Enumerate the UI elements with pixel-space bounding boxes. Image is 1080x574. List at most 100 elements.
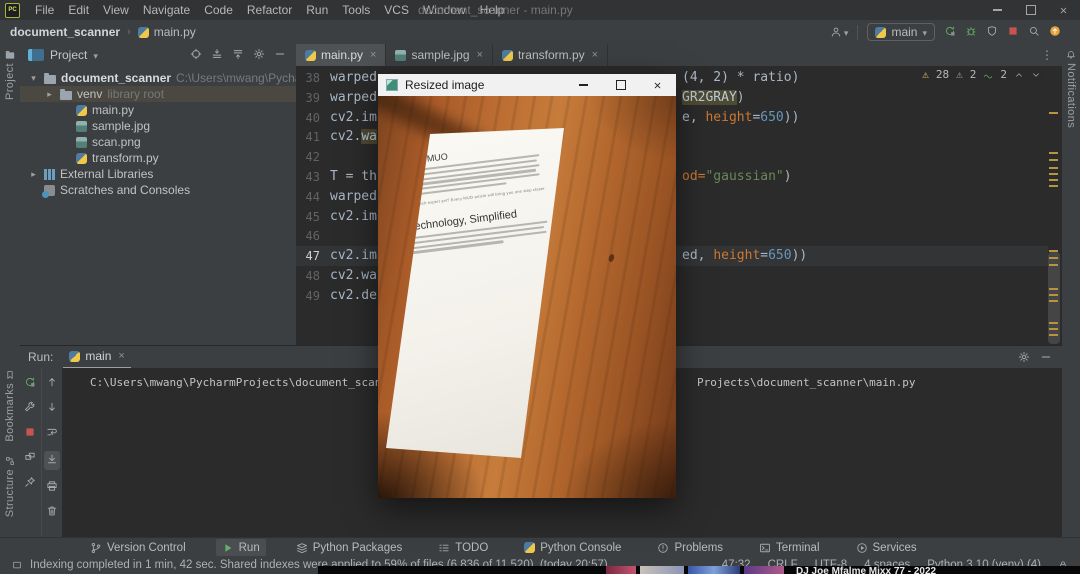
warning-stripe-mark[interactable] — [1049, 167, 1058, 169]
warning-stripe-mark[interactable] — [1049, 152, 1058, 154]
toolwindow-services[interactable]: Services — [850, 539, 923, 556]
warning-stripe-mark[interactable] — [1049, 179, 1058, 181]
chevron-right-icon[interactable]: ▸ — [28, 169, 39, 180]
menu-vcs[interactable]: VCS — [377, 0, 416, 20]
panel-settings-button[interactable] — [253, 48, 265, 63]
warning-stripe-mark[interactable] — [1049, 334, 1058, 336]
warning-stripe-mark[interactable] — [1049, 300, 1058, 302]
tool-stripe-bookmarks[interactable]: Bookmarks — [0, 370, 20, 442]
soft-wrap-button[interactable] — [46, 426, 58, 441]
tree-item-scratches-and-consoles[interactable]: Scratches and Consoles — [20, 182, 296, 198]
maximize-button[interactable] — [1014, 0, 1047, 20]
warning-stripe-mark[interactable] — [1049, 250, 1058, 252]
tab-transform-py[interactable]: transform.py× — [493, 44, 608, 66]
select-opened-file-button[interactable] — [190, 48, 202, 63]
stop-button[interactable] — [1007, 25, 1019, 40]
modify-run-config-button[interactable] — [24, 401, 36, 416]
warning-stripe-mark[interactable] — [1049, 112, 1058, 114]
menu-navigate[interactable]: Navigate — [136, 0, 197, 20]
warning-stripe-mark[interactable] — [1049, 294, 1058, 296]
chevron-down-icon[interactable] — [93, 48, 98, 62]
tree-item-document-scanner[interactable]: ▾document_scannerC:\Users\mwang\PycharmP… — [20, 70, 296, 86]
python-file-icon — [502, 50, 513, 61]
toolwindow-todo[interactable]: TODO — [432, 539, 494, 556]
tree-item-sample-jpg[interactable]: sample.jpg — [20, 118, 296, 134]
scroll-to-end-button[interactable] — [44, 451, 60, 470]
toolwindow-problems[interactable]: Problems — [651, 539, 729, 556]
tree-item-external-libraries[interactable]: ▸External Libraries — [20, 166, 296, 182]
menu-view[interactable]: View — [96, 0, 136, 20]
debug-button[interactable] — [965, 25, 977, 40]
tool-stripe-structure[interactable]: Structure — [0, 456, 20, 517]
toolwindow-python-packages[interactable]: Python Packages — [290, 539, 409, 556]
restore-layout-button[interactable] — [24, 451, 36, 466]
warning-stripe-mark[interactable] — [1049, 288, 1058, 290]
warning-stripe-mark[interactable] — [1049, 173, 1058, 175]
breadcrumb-project[interactable]: document_scanner — [10, 25, 120, 39]
rerun-button[interactable] — [944, 25, 956, 40]
tool-stripe-project[interactable]: Project — [0, 49, 20, 100]
expand-all-button[interactable] — [211, 48, 223, 63]
coverage-button[interactable] — [986, 25, 998, 40]
popup-minimize-button[interactable] — [565, 74, 602, 96]
more-tabs-button[interactable]: ⋮ — [1033, 44, 1062, 66]
menu-code[interactable]: Code — [197, 0, 240, 20]
warning-stripe-mark[interactable] — [1049, 159, 1058, 161]
toolwindow-run[interactable]: Run — [216, 539, 266, 556]
collapse-all-button[interactable] — [232, 48, 244, 63]
warning-stripe-mark[interactable] — [1049, 257, 1058, 259]
minimize-button[interactable] — [981, 0, 1014, 20]
structure-icon — [5, 456, 15, 466]
toolwindow-version-control[interactable]: Version Control — [84, 539, 192, 556]
close-icon[interactable]: × — [370, 49, 376, 61]
toolwindow-terminal[interactable]: Terminal — [753, 539, 825, 556]
ide-update-button[interactable] — [1049, 25, 1061, 40]
tab-main-py[interactable]: main.py× — [296, 44, 386, 66]
menu-file[interactable]: File — [28, 0, 61, 20]
print-button[interactable] — [46, 480, 58, 495]
close-icon[interactable]: × — [592, 49, 598, 61]
close-button[interactable] — [1047, 0, 1080, 20]
menu-edit[interactable]: Edit — [61, 0, 96, 20]
gear-icon[interactable] — [1018, 351, 1030, 363]
background-tasks-icon[interactable] — [12, 560, 22, 570]
stop-button[interactable] — [24, 426, 36, 441]
tree-item-transform-py[interactable]: transform.py — [20, 150, 296, 166]
close-icon[interactable]: × — [477, 49, 483, 61]
warning-stripe-mark[interactable] — [1049, 264, 1058, 266]
breadcrumb-file[interactable]: main.py — [154, 25, 196, 39]
tool-stripe-notifications[interactable]: Notifications — [1062, 50, 1080, 128]
popup-title-bar[interactable]: Resized image — [378, 74, 676, 96]
popup-close-button[interactable] — [639, 74, 676, 96]
search-everywhere-button[interactable] — [1028, 25, 1040, 40]
project-panel-title[interactable]: Project — [50, 48, 87, 62]
chevron-right-icon[interactable]: ▸ — [44, 89, 55, 100]
tree-item-scan-png[interactable]: scan.png — [20, 134, 296, 150]
toolwindow-python-console[interactable]: Python Console — [518, 539, 627, 556]
menu-refactor[interactable]: Refactor — [240, 0, 299, 20]
run-tab-main[interactable]: main × — [63, 345, 130, 369]
popup-maximize-button[interactable] — [602, 74, 639, 96]
tree-item-main-py[interactable]: main.py — [20, 102, 296, 118]
title-bar: PC FileEditViewNavigateCodeRefactorRunTo… — [0, 0, 1080, 20]
clear-console-button[interactable] — [46, 505, 58, 520]
menu-run[interactable]: Run — [299, 0, 335, 20]
user-button[interactable] — [830, 25, 849, 39]
next-occurrence-button[interactable] — [46, 401, 58, 416]
tree-item-venv[interactable]: ▸venvlibrary root — [20, 86, 296, 102]
rerun-icon — [24, 376, 36, 388]
pin-tab-button[interactable] — [24, 476, 36, 491]
code-fragment-left: warped — [330, 187, 377, 207]
chevron-down-icon[interactable]: ▾ — [28, 73, 39, 84]
prev-occurrence-button[interactable] — [46, 376, 58, 391]
hide-icon[interactable] — [1040, 351, 1052, 363]
warning-stripe-mark[interactable] — [1049, 328, 1058, 330]
menu-tools[interactable]: Tools — [335, 0, 377, 20]
warning-stripe-mark[interactable] — [1049, 322, 1058, 324]
close-icon[interactable]: × — [118, 350, 124, 362]
rerun-button[interactable] — [24, 376, 36, 391]
run-config-selector[interactable]: main — [867, 23, 935, 41]
hide-panel-button[interactable] — [274, 48, 286, 63]
tab-sample-jpg[interactable]: sample.jpg× — [386, 44, 492, 66]
warning-stripe-mark[interactable] — [1049, 185, 1058, 187]
